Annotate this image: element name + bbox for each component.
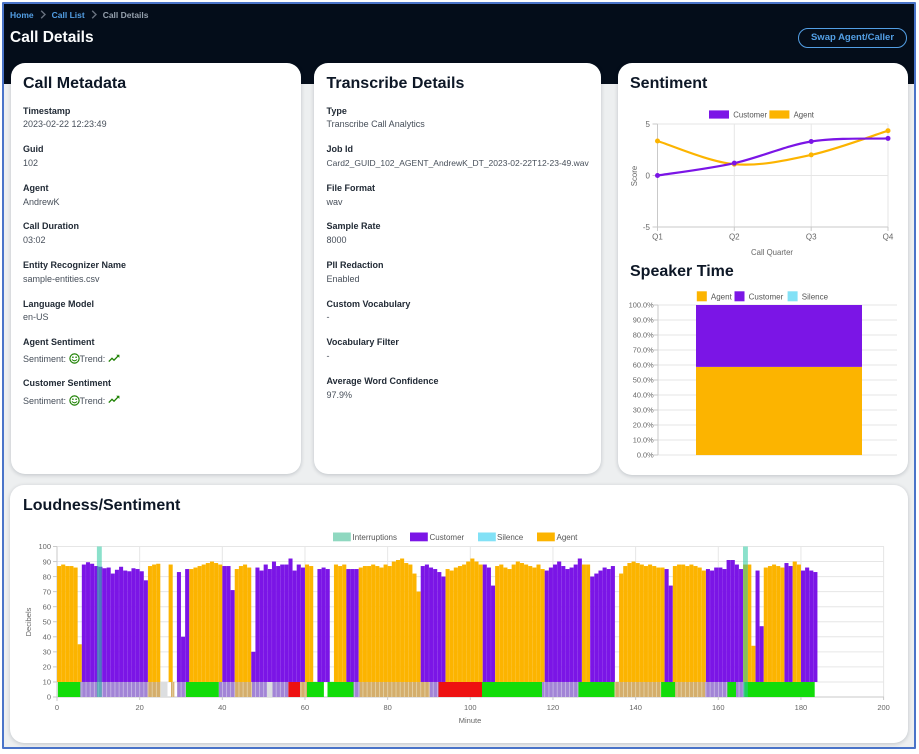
svg-text:20: 20 [43, 663, 51, 672]
svg-text:Silence: Silence [497, 533, 524, 542]
svg-text:Customer: Customer [430, 533, 465, 542]
svg-text:5: 5 [646, 120, 651, 129]
svg-text:30: 30 [43, 648, 51, 657]
svg-text:0: 0 [646, 171, 651, 180]
svg-text:Interruptions: Interruptions [353, 533, 397, 542]
svg-text:20: 20 [135, 703, 143, 712]
svg-text:60: 60 [43, 602, 51, 611]
svg-text:Q1: Q1 [652, 233, 663, 242]
svg-text:Minute: Minute [459, 716, 482, 725]
svg-text:Silence: Silence [802, 293, 829, 302]
svg-text:30.0%: 30.0% [633, 406, 654, 415]
svg-text:Q2: Q2 [729, 233, 740, 242]
svg-text:Score: Score [630, 166, 639, 186]
svg-text:60: 60 [301, 703, 309, 712]
svg-text:0: 0 [47, 693, 51, 702]
svg-text:90.0%: 90.0% [633, 316, 654, 325]
svg-text:Decibels: Decibels [24, 607, 33, 636]
svg-text:Agent: Agent [794, 110, 815, 119]
svg-text:200: 200 [877, 703, 890, 712]
svg-text:140: 140 [629, 703, 642, 712]
svg-text:80: 80 [43, 572, 51, 581]
svg-text:Agent: Agent [711, 293, 733, 302]
svg-text:Customer: Customer [733, 110, 767, 119]
svg-text:70.0%: 70.0% [633, 346, 654, 355]
svg-text:-5: -5 [643, 223, 651, 232]
svg-text:Call Quarter: Call Quarter [751, 248, 793, 257]
svg-text:80.0%: 80.0% [633, 331, 654, 340]
svg-text:0.0%: 0.0% [637, 451, 654, 460]
svg-text:40.0%: 40.0% [633, 391, 654, 400]
svg-text:10: 10 [43, 678, 51, 687]
svg-text:50: 50 [43, 617, 51, 626]
svg-text:Q4: Q4 [883, 233, 894, 242]
svg-text:100: 100 [464, 703, 477, 712]
svg-text:100: 100 [38, 542, 51, 551]
svg-text:100.0%: 100.0% [629, 301, 654, 310]
svg-text:Customer: Customer [749, 293, 784, 302]
svg-text:20.0%: 20.0% [633, 421, 654, 430]
svg-text:40: 40 [43, 633, 51, 642]
svg-text:Q3: Q3 [806, 233, 817, 242]
svg-text:10.0%: 10.0% [633, 436, 654, 445]
svg-text:50.0%: 50.0% [633, 376, 654, 385]
svg-text:70: 70 [43, 587, 51, 596]
svg-text:80: 80 [383, 703, 391, 712]
svg-text:160: 160 [712, 703, 725, 712]
svg-text:180: 180 [795, 703, 808, 712]
svg-text:0: 0 [55, 703, 59, 712]
svg-text:90: 90 [43, 557, 51, 566]
svg-text:120: 120 [547, 703, 560, 712]
svg-text:60.0%: 60.0% [633, 361, 654, 370]
svg-text:Agent: Agent [557, 533, 579, 542]
svg-text:40: 40 [218, 703, 226, 712]
